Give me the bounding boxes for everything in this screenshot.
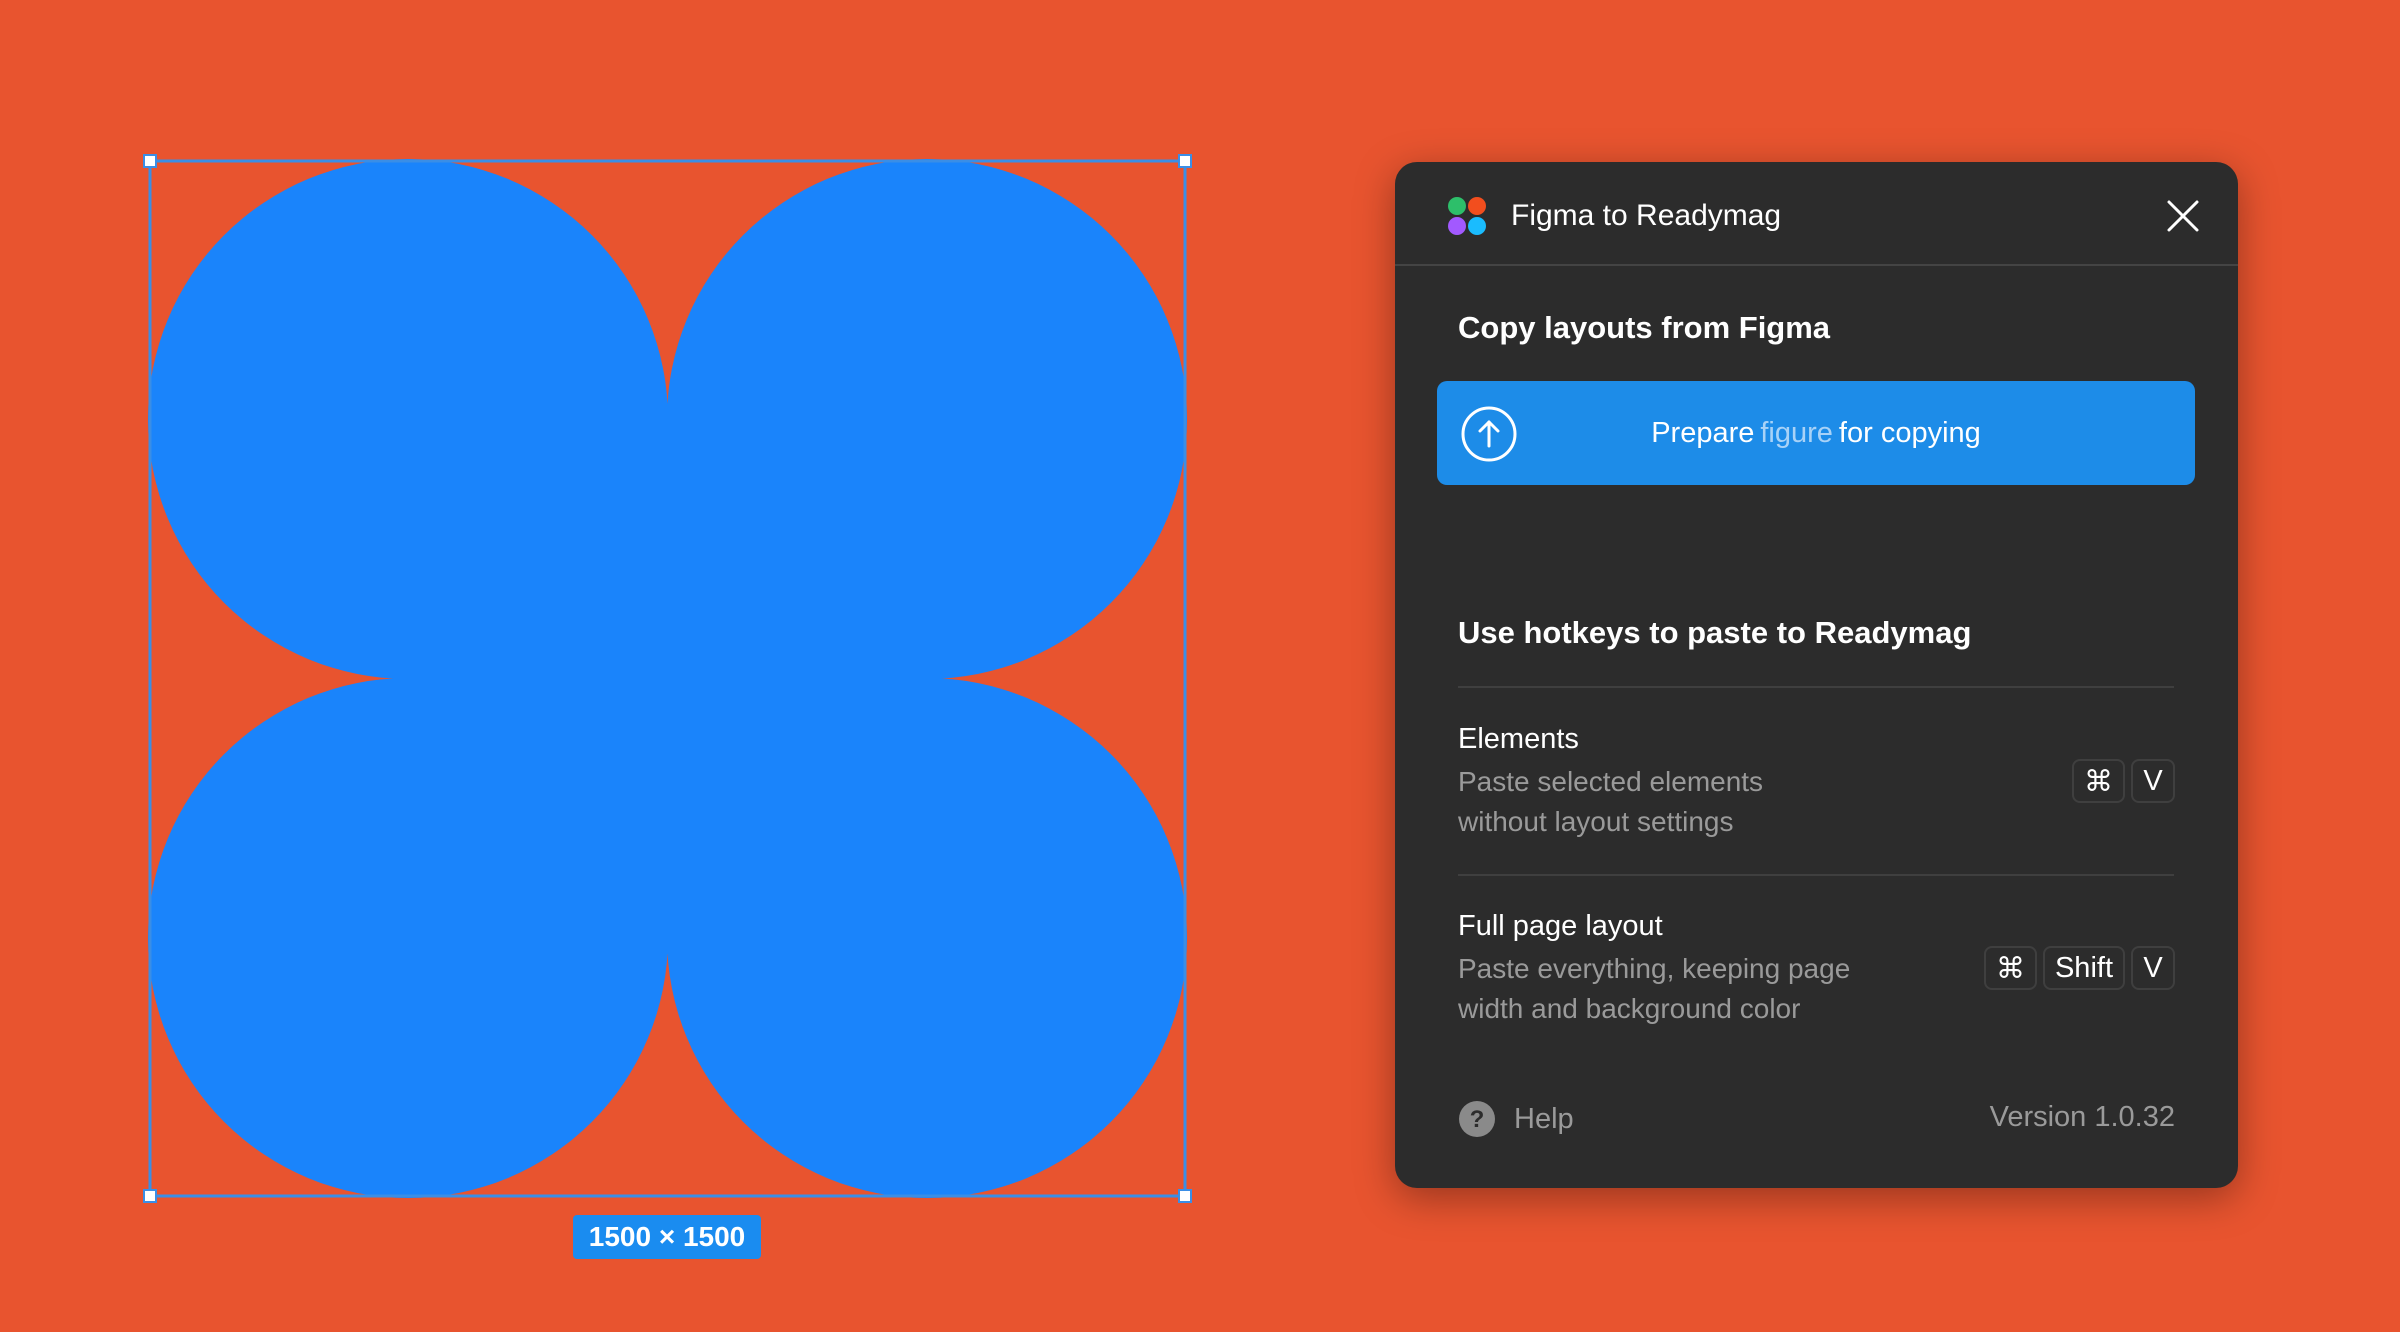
prepare-figure-button[interactable]: Prepare figure for copying: [1437, 381, 2195, 485]
key-v: V: [2131, 759, 2175, 803]
divider: [1458, 874, 2174, 876]
panel-title: Figma to Readymag: [1511, 199, 1782, 232]
help-label: Help: [1514, 1102, 1574, 1135]
copy-section-title: Copy layouts from Figma: [1458, 310, 1831, 345]
divider: [1458, 686, 2174, 688]
hotkey-full-page-keys: ⌘ Shift V: [1983, 946, 2175, 990]
prepare-button-label: Prepare figure for copying: [1437, 415, 2195, 451]
prepare-label-suffix: for copying: [1838, 417, 1981, 449]
close-icon[interactable]: [2165, 198, 2201, 234]
key-v: V: [2131, 946, 2175, 990]
prepare-label-highlight: figure: [1760, 417, 1833, 449]
plugin-panel: Figma to Readymag Copy layouts from Figm…: [1395, 162, 2238, 1188]
figma-logo-icon: [1448, 197, 1486, 235]
hotkey-elements-title: Elements: [1458, 723, 1579, 755]
hotkeys-section-title: Use hotkeys to paste to Readymag: [1458, 615, 1972, 650]
resize-handle-top-right[interactable]: [1178, 154, 1192, 168]
hotkey-full-page-desc-line2: width and background color: [1458, 993, 1801, 1024]
clover-shape: [148, 159, 1187, 1198]
hotkey-full-page-title: Full page layout: [1458, 910, 1663, 942]
prepare-label-prefix: Prepare: [1651, 417, 1755, 449]
clover-center: [408, 419, 927, 938]
size-badge: 1500 × 1500: [573, 1215, 761, 1259]
resize-handle-top-left[interactable]: [143, 154, 157, 168]
hotkey-elements-keys: ⌘ V: [2072, 759, 2175, 803]
version-label: Version 1.0.32: [1989, 1101, 2175, 1133]
key-command: ⌘: [1983, 946, 2037, 990]
key-command: ⌘: [2072, 759, 2125, 803]
hotkey-full-page-desc-line1: Paste everything, keeping page: [1458, 953, 1851, 984]
canvas-selected-shape[interactable]: [148, 159, 1187, 1198]
svg-text:?: ?: [1470, 1106, 1485, 1133]
key-shift: Shift: [2042, 946, 2125, 990]
hotkey-elements-desc-line2: without layout settings: [1458, 806, 1734, 837]
resize-handle-bottom-right[interactable]: [1178, 1189, 1192, 1203]
help-icon: ?: [1459, 1101, 1495, 1137]
hotkey-elements-desc-line1: Paste selected elements: [1458, 766, 1764, 797]
help-link[interactable]: ? Help: [1458, 1100, 1574, 1138]
resize-handle-bottom-left[interactable]: [143, 1189, 157, 1203]
panel-header: Figma to Readymag: [1395, 162, 2238, 266]
